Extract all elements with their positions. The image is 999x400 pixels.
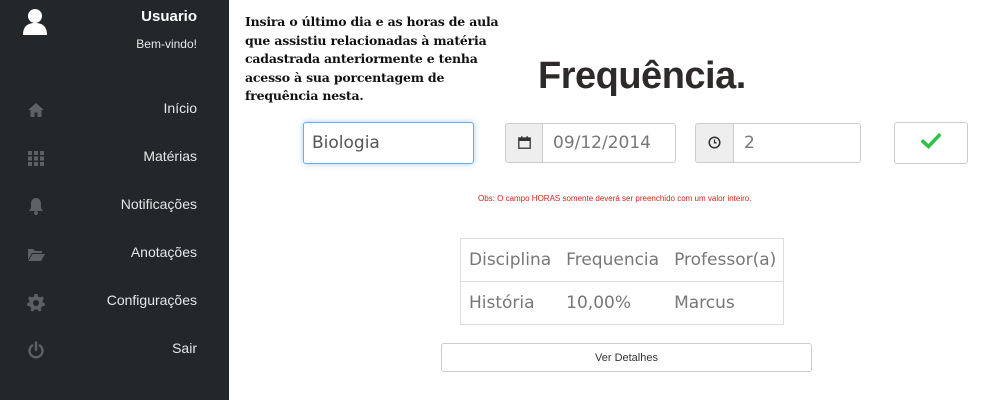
sidebar-item-label: Anotações [130,244,197,260]
home-icon [26,100,46,120]
user-welcome: Bem-vindo! [136,37,197,51]
folder-open-icon [26,244,46,264]
sidebar-item-anotacoes[interactable]: Anotações [0,234,229,274]
sidebar-item-materias[interactable]: Matérias [0,138,229,178]
table-cell: 10,00% [566,293,631,313]
bell-icon [26,196,46,216]
sidebar-item-notificacoes[interactable]: Notificações [0,186,229,226]
table-header-row: Disciplina Frequencia Professor(a) [460,239,784,282]
user-icon [22,8,48,36]
grid-icon [26,148,46,168]
sidebar-item-inicio[interactable]: Início [0,90,229,130]
table-row: História 10,00% Marcus [461,282,784,325]
frequency-table: Disciplina Frequencia Professor(a) Histó… [460,238,785,325]
sidebar-item-label: Sair [172,340,197,356]
clock-icon [708,134,721,153]
sidebar: Usuario Bem-vindo! Início Matérias Notif… [0,0,229,400]
power-icon [26,340,46,360]
hours-input[interactable]: 2 [734,123,861,163]
table-cell: Marcus [674,293,735,313]
check-icon [920,132,942,153]
column-header: Professor(a) [674,250,777,270]
sidebar-item-label: Matérias [143,148,197,164]
sidebar-item-label: Início [163,100,197,116]
column-header: Frequencia [566,250,660,270]
table-cell: História [469,293,535,313]
calendar-icon [517,134,531,153]
date-addon [505,123,543,163]
sidebar-item-label: Configurações [106,292,197,308]
user-name: Usuario [141,8,197,25]
page-title: Frequência. [538,55,746,97]
details-button[interactable]: Ver Detalhes [441,343,812,372]
submit-button[interactable] [894,122,968,164]
sidebar-item-label: Notificações [120,196,197,212]
instructions-text: Insira o último dia e as horas de aula q… [245,14,499,103]
hours-note: Obs: O campo HORAS somente deverá ser pr… [478,194,752,203]
discipline-input[interactable]: Biologia [303,122,474,164]
date-input[interactable]: 09/12/2014 [543,123,676,163]
sidebar-item-sair[interactable]: Sair [0,330,229,370]
hours-addon [695,123,734,163]
gear-icon [26,292,46,312]
column-header: Disciplina [469,250,552,270]
sidebar-item-configuracoes[interactable]: Configurações [0,282,229,322]
